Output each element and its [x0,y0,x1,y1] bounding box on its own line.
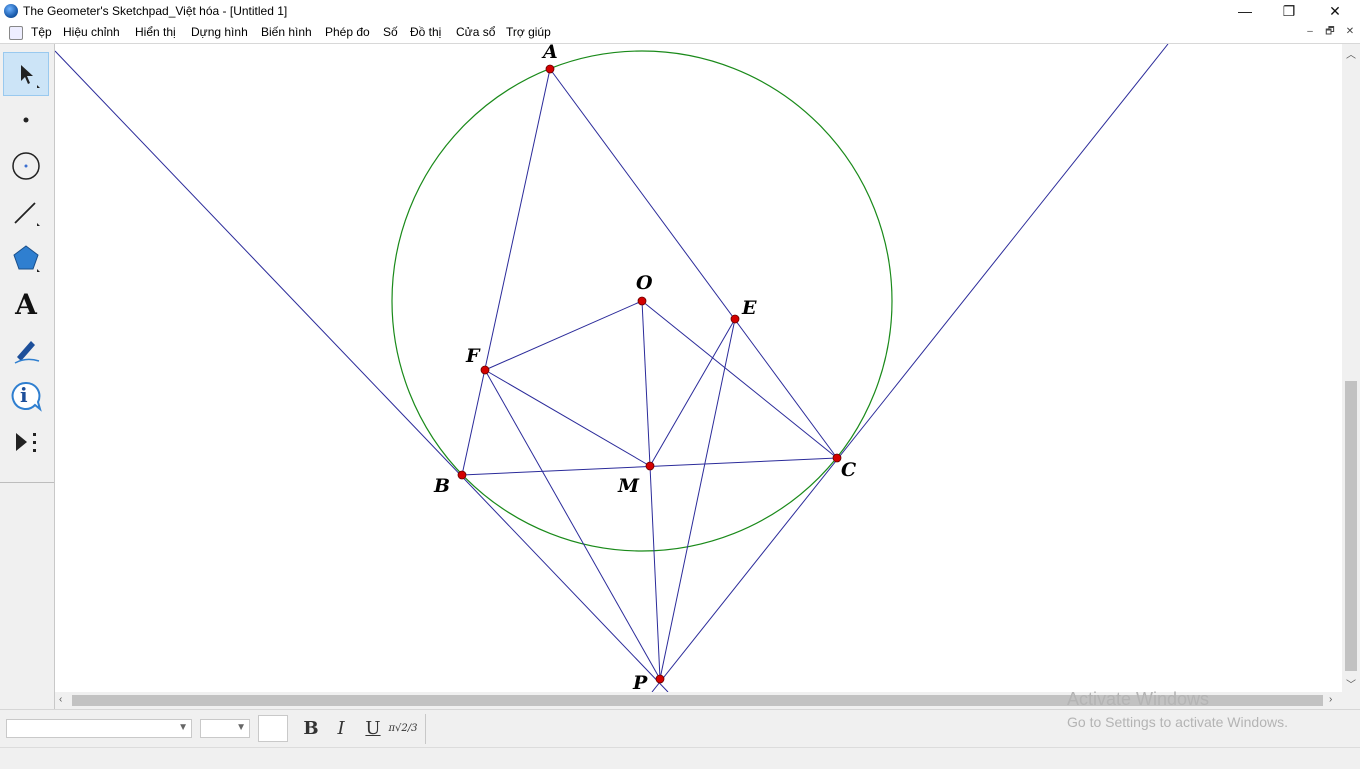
label-m: M [617,475,640,497]
label-c: C [841,459,856,481]
activation-watermark-subtitle: Go to Settings to activate Windows. [1067,714,1288,730]
label-o: O [636,272,653,294]
point-a [545,64,555,74]
segment-fp [484,369,661,680]
menu-transform[interactable]: Biến hình [261,25,312,39]
segment-ep [659,318,736,680]
menu-edit[interactable]: Hiệu chỉnh [63,25,120,39]
text-color-button[interactable] [258,715,288,742]
segment-om [641,300,651,467]
info-letter: i [20,383,28,407]
menu-measure[interactable]: Phép đo [325,25,370,39]
compass-tool[interactable] [3,144,49,188]
chevron-down-icon: ▼ [236,722,246,733]
custom-tool[interactable] [3,420,49,464]
window-title: The Geometer's Sketchpad_Việt hóa - [Unt… [23,4,288,18]
segment-mp [649,465,661,680]
menu-help[interactable]: Trợ giúp [506,25,551,39]
document-icon[interactable] [9,26,23,40]
straightedge-tool[interactable] [3,190,49,234]
font-family-select[interactable]: ▼ [6,719,192,738]
tangent-line-b [55,50,669,692]
toolbar-divider [425,714,426,744]
segment-fm [484,369,651,467]
point-c [832,453,842,463]
segment-ab [461,68,551,476]
menu-display[interactable]: Hiển thị [135,25,176,39]
chevron-down-icon: ▼ [178,722,188,733]
label-b: B [433,475,450,497]
vertical-scrollbar[interactable]: ︿ ﹀ [1342,44,1360,692]
polygon-tool[interactable] [3,236,49,280]
compass-icon [12,152,40,180]
scroll-down-icon[interactable]: ﹀ [1346,676,1356,691]
label-p: P [632,672,648,692]
information-tool[interactable]: i [3,374,49,418]
underline-button[interactable]: U [360,715,386,741]
doc-minimize-button[interactable]: – [1303,25,1317,39]
segment-ac [549,68,838,459]
app-icon [4,4,18,18]
title-bar: The Geometer's Sketchpad_Việt hóa - [Unt… [0,0,1360,22]
straightedge-icon [14,202,40,226]
point-e [730,314,740,324]
point-p [655,674,665,684]
point-tool[interactable] [3,98,49,142]
activation-watermark-title: Activate Windows [1067,689,1210,709]
scroll-up-icon[interactable]: ︿ [1346,46,1356,61]
segment-of [484,300,643,371]
scroll-left-icon[interactable]: ‹ [59,694,62,705]
marker-icon [14,341,40,364]
maximize-button[interactable]: ❐ [1266,0,1312,22]
point-o [637,296,647,306]
custom-tool-icon [16,433,36,452]
point-b [457,470,467,480]
point-icon [23,117,29,123]
toolbox-panel: A i [0,44,54,483]
math-format-button[interactable]: π√2/3 [388,715,417,741]
sketch-drawing: A B C E F M O P [55,44,1169,692]
text-tool[interactable]: A [3,282,49,326]
menu-window[interactable]: Cửa sổ [456,25,495,39]
polygon-icon [13,245,40,272]
close-button[interactable]: ✕ [1312,0,1358,22]
point-m [645,461,655,471]
menu-construct[interactable]: Dựng hình [191,25,248,39]
font-size-select[interactable]: ▼ [200,719,250,738]
tangent-line-c [651,44,1169,692]
menu-file[interactable]: Tệp [31,25,52,39]
doc-close-button[interactable]: ✕ [1343,25,1357,39]
vertical-scroll-thumb[interactable] [1345,381,1357,671]
segment-oc [641,300,838,459]
menu-graph[interactable]: Đồ thị [410,25,441,39]
italic-button[interactable]: I [328,715,354,741]
point-f [480,365,490,375]
doc-restore-button[interactable]: 🗗 [1323,25,1337,39]
toolbox: A i [0,44,55,709]
scroll-right-icon[interactable]: › [1329,694,1332,705]
menu-bar: Tệp Hiệu chỉnh Hiển thị Dựng hình Biến h… [0,22,1360,44]
resize-grip-icon[interactable] [1342,692,1360,709]
bold-button[interactable]: B [298,715,324,741]
minimize-button[interactable]: — [1222,0,1268,22]
arrow-tool[interactable] [3,52,49,96]
label-f: F [465,345,481,367]
status-bar [0,747,1360,769]
menu-number[interactable]: Số [383,25,398,39]
label-e: E [741,297,757,319]
arrow-select-icon [21,65,40,88]
marker-tool[interactable] [3,328,49,372]
sketch-canvas[interactable]: A B C E F M O P [55,44,1342,692]
text-icon: A [15,287,37,321]
label-a: A [541,44,558,63]
